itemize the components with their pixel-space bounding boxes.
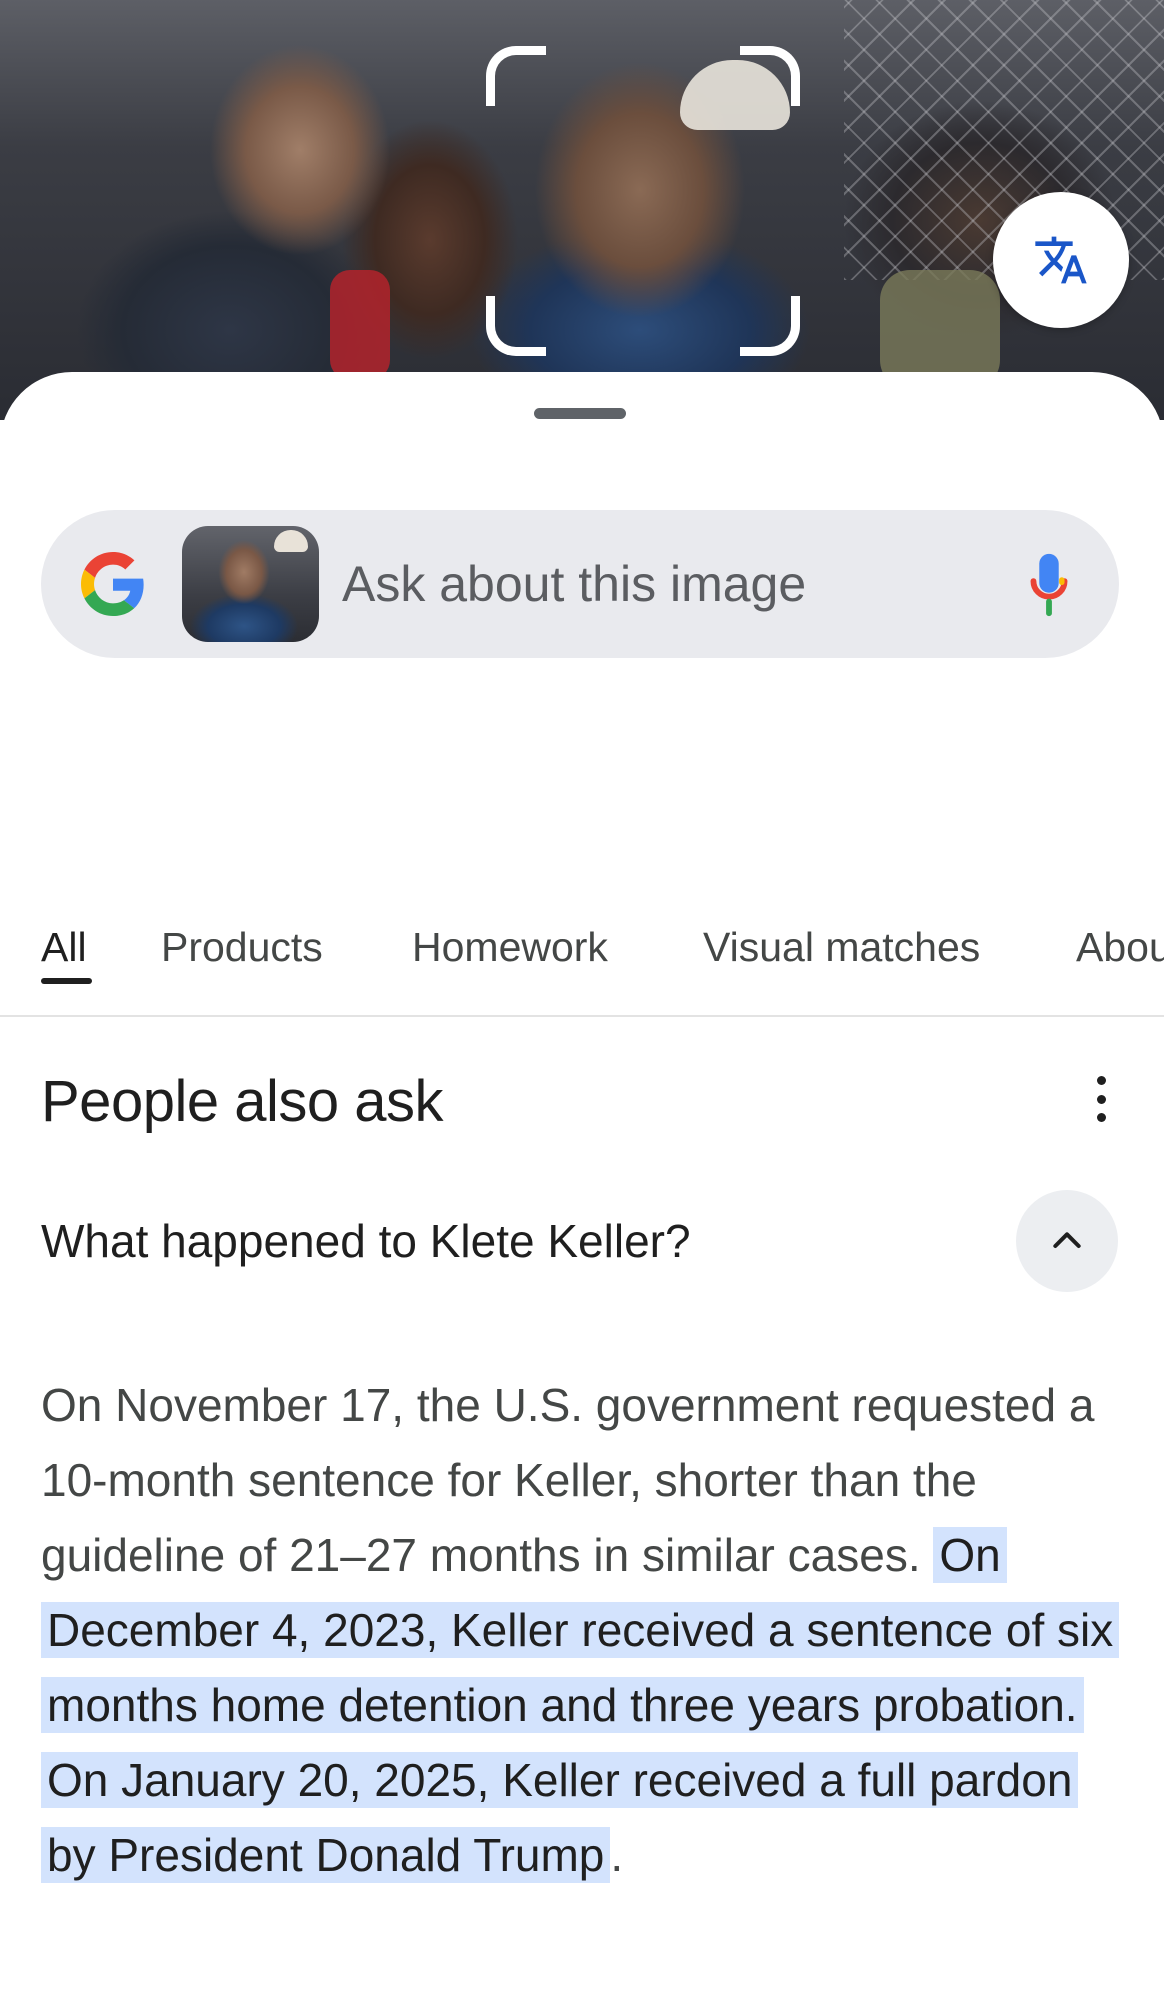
lens-source-photo: [0, 0, 1164, 420]
tab-visual-matches[interactable]: Visual matches: [703, 917, 980, 977]
image-thumbnail[interactable]: [182, 526, 319, 642]
sheet-drag-handle[interactable]: [534, 408, 626, 419]
paa-question[interactable]: What happened to Klete Keller?: [41, 1214, 691, 1268]
search-input[interactable]: Ask about this image: [342, 510, 806, 658]
mic-icon[interactable]: [1029, 550, 1069, 620]
more-vert-icon: [1096, 1076, 1106, 1085]
answer-text-end: .: [610, 1829, 624, 1881]
photo-detail: [330, 270, 390, 380]
tab-homework[interactable]: Homework: [412, 917, 608, 977]
more-vert-icon: [1096, 1113, 1106, 1122]
crop-handle-top-right[interactable]: [740, 46, 800, 106]
tab-all[interactable]: All: [41, 917, 87, 977]
translate-button[interactable]: [993, 192, 1129, 328]
chevron-up-icon: [1053, 1232, 1081, 1248]
paa-answer: On November 17, the U.S. government requ…: [41, 1368, 1131, 1893]
translate-icon: [1035, 236, 1087, 284]
tab-products[interactable]: Products: [161, 917, 323, 977]
search-bar[interactable]: Ask about this image: [41, 510, 1119, 658]
tabs-divider: [0, 1015, 1164, 1017]
tab-about-this-image[interactable]: About this image: [1076, 917, 1164, 977]
crop-handle-top-left[interactable]: [486, 46, 546, 106]
crop-handle-bottom-right[interactable]: [740, 296, 800, 356]
collapse-answer-button[interactable]: [1016, 1190, 1118, 1292]
people-also-ask-heading: People also ask: [41, 1069, 443, 1134]
google-g-logo-icon: [81, 552, 144, 616]
more-vert-icon: [1096, 1094, 1106, 1104]
active-tab-indicator: [41, 978, 92, 984]
answer-highlight: On January 20, 2025, Keller received a f…: [41, 1752, 1079, 1883]
thumbnail-detail: [274, 530, 308, 552]
crop-handle-bottom-left[interactable]: [486, 296, 546, 356]
more-options-button[interactable]: [1086, 1076, 1116, 1122]
